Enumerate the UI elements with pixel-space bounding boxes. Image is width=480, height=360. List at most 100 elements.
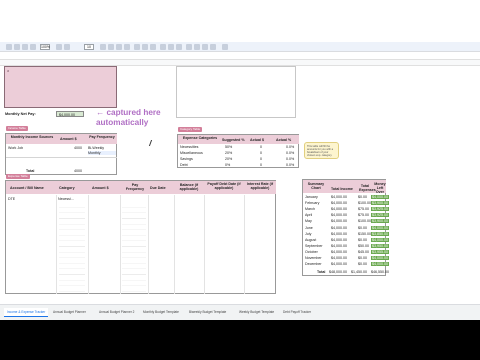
bold-icon[interactable]	[100, 44, 106, 50]
paint-format-icon[interactable]	[30, 44, 36, 50]
income-col-freq: Pay Frequency	[89, 135, 115, 139]
category-name: Savings	[180, 157, 193, 161]
toolbar: 100% 10	[0, 42, 480, 52]
wrap-icon[interactable]	[176, 44, 182, 50]
filter-icon[interactable]	[210, 44, 216, 50]
summary-income: $4,000.00	[331, 207, 347, 212]
sheet-tab[interactable]: Annual Budget Planner	[50, 308, 89, 317]
summary-expenses: $0.00	[358, 195, 367, 199]
summary-left: $3,850.00	[371, 231, 389, 236]
category-name: Miscellaneous	[180, 151, 203, 155]
summary-expenses: $75.00	[358, 213, 369, 218]
category-table-tag: Category Table	[178, 127, 202, 132]
summary-expenses: $0.00	[358, 256, 367, 260]
income-col-amount: Amount $	[60, 137, 77, 141]
expense-row-category[interactable]: Necessi...	[58, 197, 74, 201]
category-percent: 0.0%	[286, 157, 295, 161]
income-row-freq-option[interactable]: Monthly	[88, 151, 116, 155]
expense-col-category: Category	[59, 186, 75, 190]
functions-icon[interactable]	[222, 44, 228, 50]
summary-income: $4,000.00	[331, 231, 347, 236]
expense-col-frequency: Pay Frequency	[125, 183, 145, 191]
category-percent: 0.0%	[286, 145, 295, 149]
summary-income: $4,000.00	[331, 225, 347, 230]
align-icon[interactable]	[160, 44, 166, 50]
category-dropdown-column[interactable]	[59, 202, 85, 292]
sheet-tab[interactable]: Weekly Budget Template	[236, 308, 277, 317]
category-actual: 0	[260, 145, 262, 149]
sheet-tab[interactable]: Biweekly Budget Template	[186, 308, 229, 317]
expense-col-sep	[174, 195, 175, 294]
summary-month: April	[305, 213, 313, 218]
summary-month: March	[305, 207, 315, 212]
summary-total-income: $48,000.00	[329, 270, 347, 274]
summary-expenses: $0.00	[358, 237, 367, 242]
borders-icon[interactable]	[142, 44, 148, 50]
text-color-icon[interactable]	[124, 44, 130, 50]
zoom-select[interactable]: 100%	[40, 44, 50, 50]
sheet-tab[interactable]: Annual Budget Planner 2	[96, 308, 137, 317]
undo-icon[interactable]	[6, 44, 12, 50]
banner-marker: a	[7, 69, 9, 73]
summary-month: July	[305, 231, 312, 236]
summary-col-month: Summary Chart	[307, 182, 325, 190]
summary-month: December	[305, 262, 322, 267]
summary-month: October	[305, 249, 318, 254]
summary-expenses: $100.00	[358, 219, 371, 224]
expense-col-due: Due Date	[150, 186, 166, 190]
category-table: Expense Categories Suggested % Actual $ …	[177, 134, 299, 168]
category-name: Debt	[180, 163, 188, 167]
summary-expenses: $0.00	[358, 225, 367, 230]
income-row-amount[interactable]: 4000	[74, 146, 82, 150]
summary-month: June	[305, 225, 313, 230]
summary-left: $4,000.00	[371, 225, 389, 230]
summary-income: $4,000.00	[331, 237, 347, 242]
category-suggested: 20%	[225, 157, 233, 161]
expense-col-amount: Amount $	[92, 186, 109, 190]
category-percent: 0.0%	[286, 151, 295, 155]
category-suggested: 0%	[225, 163, 231, 167]
summary-left: $3,955.00	[371, 249, 389, 254]
expense-col-sep	[148, 195, 149, 294]
chart-placeholder	[176, 66, 296, 118]
annotation-line-2: automatically	[96, 118, 149, 127]
expense-col-name: Account / Bill Name	[10, 186, 44, 190]
expense-row-name[interactable]: DTE	[8, 197, 15, 201]
header-banner: a	[4, 66, 117, 108]
comment-icon[interactable]	[194, 44, 200, 50]
strikethrough-icon[interactable]	[116, 44, 122, 50]
summary-expenses: $0.00	[358, 262, 367, 267]
summary-left: $4,000.00	[371, 262, 389, 267]
summary-left: $3,900.00	[371, 219, 389, 224]
summary-left: $4,000.00	[371, 195, 389, 199]
sheet-tab[interactable]: Monthly Budget Template	[140, 308, 182, 317]
summary-left: $3,925.00	[371, 207, 389, 212]
formula-bar[interactable]	[0, 52, 480, 60]
sheet-tab[interactable]: Debt Payoff Tracker	[280, 308, 314, 317]
merge-icon[interactable]	[150, 44, 156, 50]
font-size-select[interactable]: 10	[84, 44, 94, 50]
summary-income: $4,000.00	[331, 195, 347, 199]
expense-col-payoff: Payoff Debt Date (if applicable)	[207, 182, 241, 190]
chart-icon[interactable]	[202, 44, 208, 50]
valign-icon[interactable]	[168, 44, 174, 50]
currency-icon[interactable]	[56, 44, 62, 50]
percent-icon[interactable]	[64, 44, 70, 50]
mouse-cursor-icon	[148, 140, 156, 146]
link-icon[interactable]	[186, 44, 192, 50]
redo-icon[interactable]	[14, 44, 20, 50]
italic-icon[interactable]	[108, 44, 114, 50]
income-row-source[interactable]: Work Job	[8, 146, 23, 150]
fill-color-icon[interactable]	[134, 44, 140, 50]
income-row-freq[interactable]: Bi-Weekly	[88, 146, 104, 150]
summary-total-left: $46,550.00	[371, 270, 389, 274]
sheet-tab[interactable]: Income & Expense Tracker	[4, 308, 49, 317]
income-table: Monthly Income Sources Amount $ Pay Freq…	[5, 133, 117, 175]
print-icon[interactable]	[22, 44, 28, 50]
frequency-dropdown-column[interactable]	[122, 202, 146, 292]
summary-total-label: Total	[317, 270, 326, 274]
summary-col-left: Money Left Over	[374, 182, 386, 194]
income-table-tag: Income Table	[6, 126, 28, 131]
expense-col-sep	[120, 195, 121, 294]
spreadsheet-app: 100% 10 a Monthly Net Pay: $4,000.00 ← c…	[0, 0, 480, 320]
